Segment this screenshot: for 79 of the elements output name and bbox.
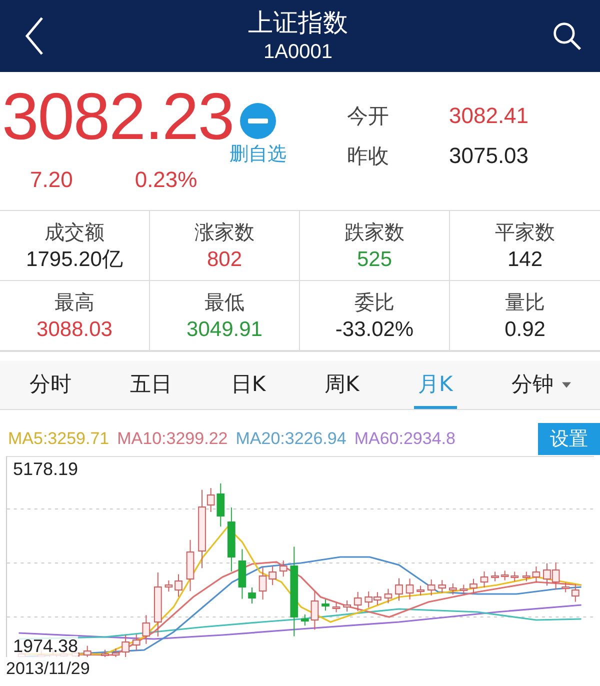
candlestick — [395, 578, 403, 602]
candlestick — [343, 600, 351, 612]
candlestick — [491, 571, 499, 582]
candlestick — [322, 598, 330, 612]
start-date-label: 2013/11/29 — [5, 659, 91, 679]
stat-label: 最高 — [54, 288, 94, 316]
candlestick — [174, 574, 182, 598]
ma-legend-label: MA20:3226.94 — [236, 429, 346, 449]
candlestick — [416, 585, 424, 596]
candlestick — [238, 548, 246, 600]
candlestick — [112, 648, 120, 657]
ma-legend-label: MA10:3299.22 — [117, 429, 228, 449]
candlestick — [101, 649, 109, 657]
candlestick — [448, 582, 457, 596]
candlestick — [460, 584, 468, 595]
candlestick — [522, 571, 530, 582]
stock-code: 1A0001 — [264, 40, 332, 65]
candlestick — [364, 591, 373, 608]
stat-value: 0.92 — [504, 316, 546, 342]
stat-label: 涨家数 — [194, 218, 254, 246]
stat-value: 802 — [206, 246, 242, 272]
stat-label: 平家数 — [495, 218, 555, 246]
stat-label: 今开 — [347, 103, 389, 130]
stat-value: -33.02% — [335, 316, 414, 342]
candlestick — [500, 570, 509, 581]
candlestick — [438, 580, 446, 594]
stat-value: 142 — [507, 246, 543, 272]
candlestick — [532, 566, 540, 583]
candlestick — [480, 571, 488, 588]
candlestick — [216, 482, 225, 528]
candlestick — [470, 578, 478, 594]
chart-tab[interactable]: 五日 — [126, 361, 176, 409]
ma-legend-label: MA5:3259.71 — [8, 429, 110, 449]
search-icon[interactable] — [552, 21, 582, 51]
candlestick — [154, 572, 162, 637]
candlestick — [301, 614, 309, 626]
candlestick — [258, 567, 267, 600]
chart-tab[interactable]: 日K — [226, 361, 270, 409]
candlestick — [510, 571, 519, 582]
candlestick — [427, 579, 436, 596]
chart-tab[interactable]: 周K — [320, 361, 364, 409]
candlestick — [142, 614, 150, 644]
stat-label: 量比 — [505, 288, 545, 316]
stat-label: 委比 — [354, 288, 394, 316]
candlestick — [384, 588, 392, 604]
caret-icon — [562, 382, 571, 388]
stat-label: 最低 — [204, 288, 244, 316]
page-title: 上证指数 — [248, 7, 348, 39]
stat-value: 3082.41 — [449, 103, 529, 129]
candlestick — [406, 578, 414, 600]
axis-min-label: 1974.38 — [13, 636, 78, 657]
chart-tab[interactable]: 分钟 — [508, 361, 575, 409]
stat-value: 1795.20亿 — [26, 246, 123, 272]
candlestick — [268, 565, 276, 586]
candlestick — [228, 507, 236, 572]
back-icon[interactable] — [24, 16, 44, 56]
candlestick — [279, 560, 288, 577]
candlestick — [122, 634, 130, 657]
candlestick — [83, 645, 92, 657]
stat-label: 成交额 — [44, 218, 104, 246]
stat-label: 昨收 — [347, 143, 389, 170]
ma-legend-label: MA60:2934.8 — [354, 429, 456, 449]
stat-value: 3075.03 — [449, 143, 529, 169]
candlestick — [248, 587, 256, 604]
candlestick — [132, 634, 140, 651]
stat-value: 3049.91 — [186, 316, 262, 342]
chart-tab[interactable]: 分时 — [25, 361, 76, 409]
candlestick — [332, 602, 340, 613]
candlestick — [164, 580, 173, 592]
change-percent: 0.23% — [134, 167, 198, 193]
stat-value: 3088.03 — [36, 316, 112, 342]
stat-value: 525 — [356, 246, 392, 272]
stat-label: 跌家数 — [344, 218, 404, 246]
change-value: 7.20 — [30, 167, 73, 193]
minus-icon[interactable] — [240, 103, 276, 139]
candlestick — [552, 562, 560, 590]
candlestick — [310, 590, 319, 630]
candlestick — [354, 591, 362, 612]
candlestick — [186, 539, 194, 592]
